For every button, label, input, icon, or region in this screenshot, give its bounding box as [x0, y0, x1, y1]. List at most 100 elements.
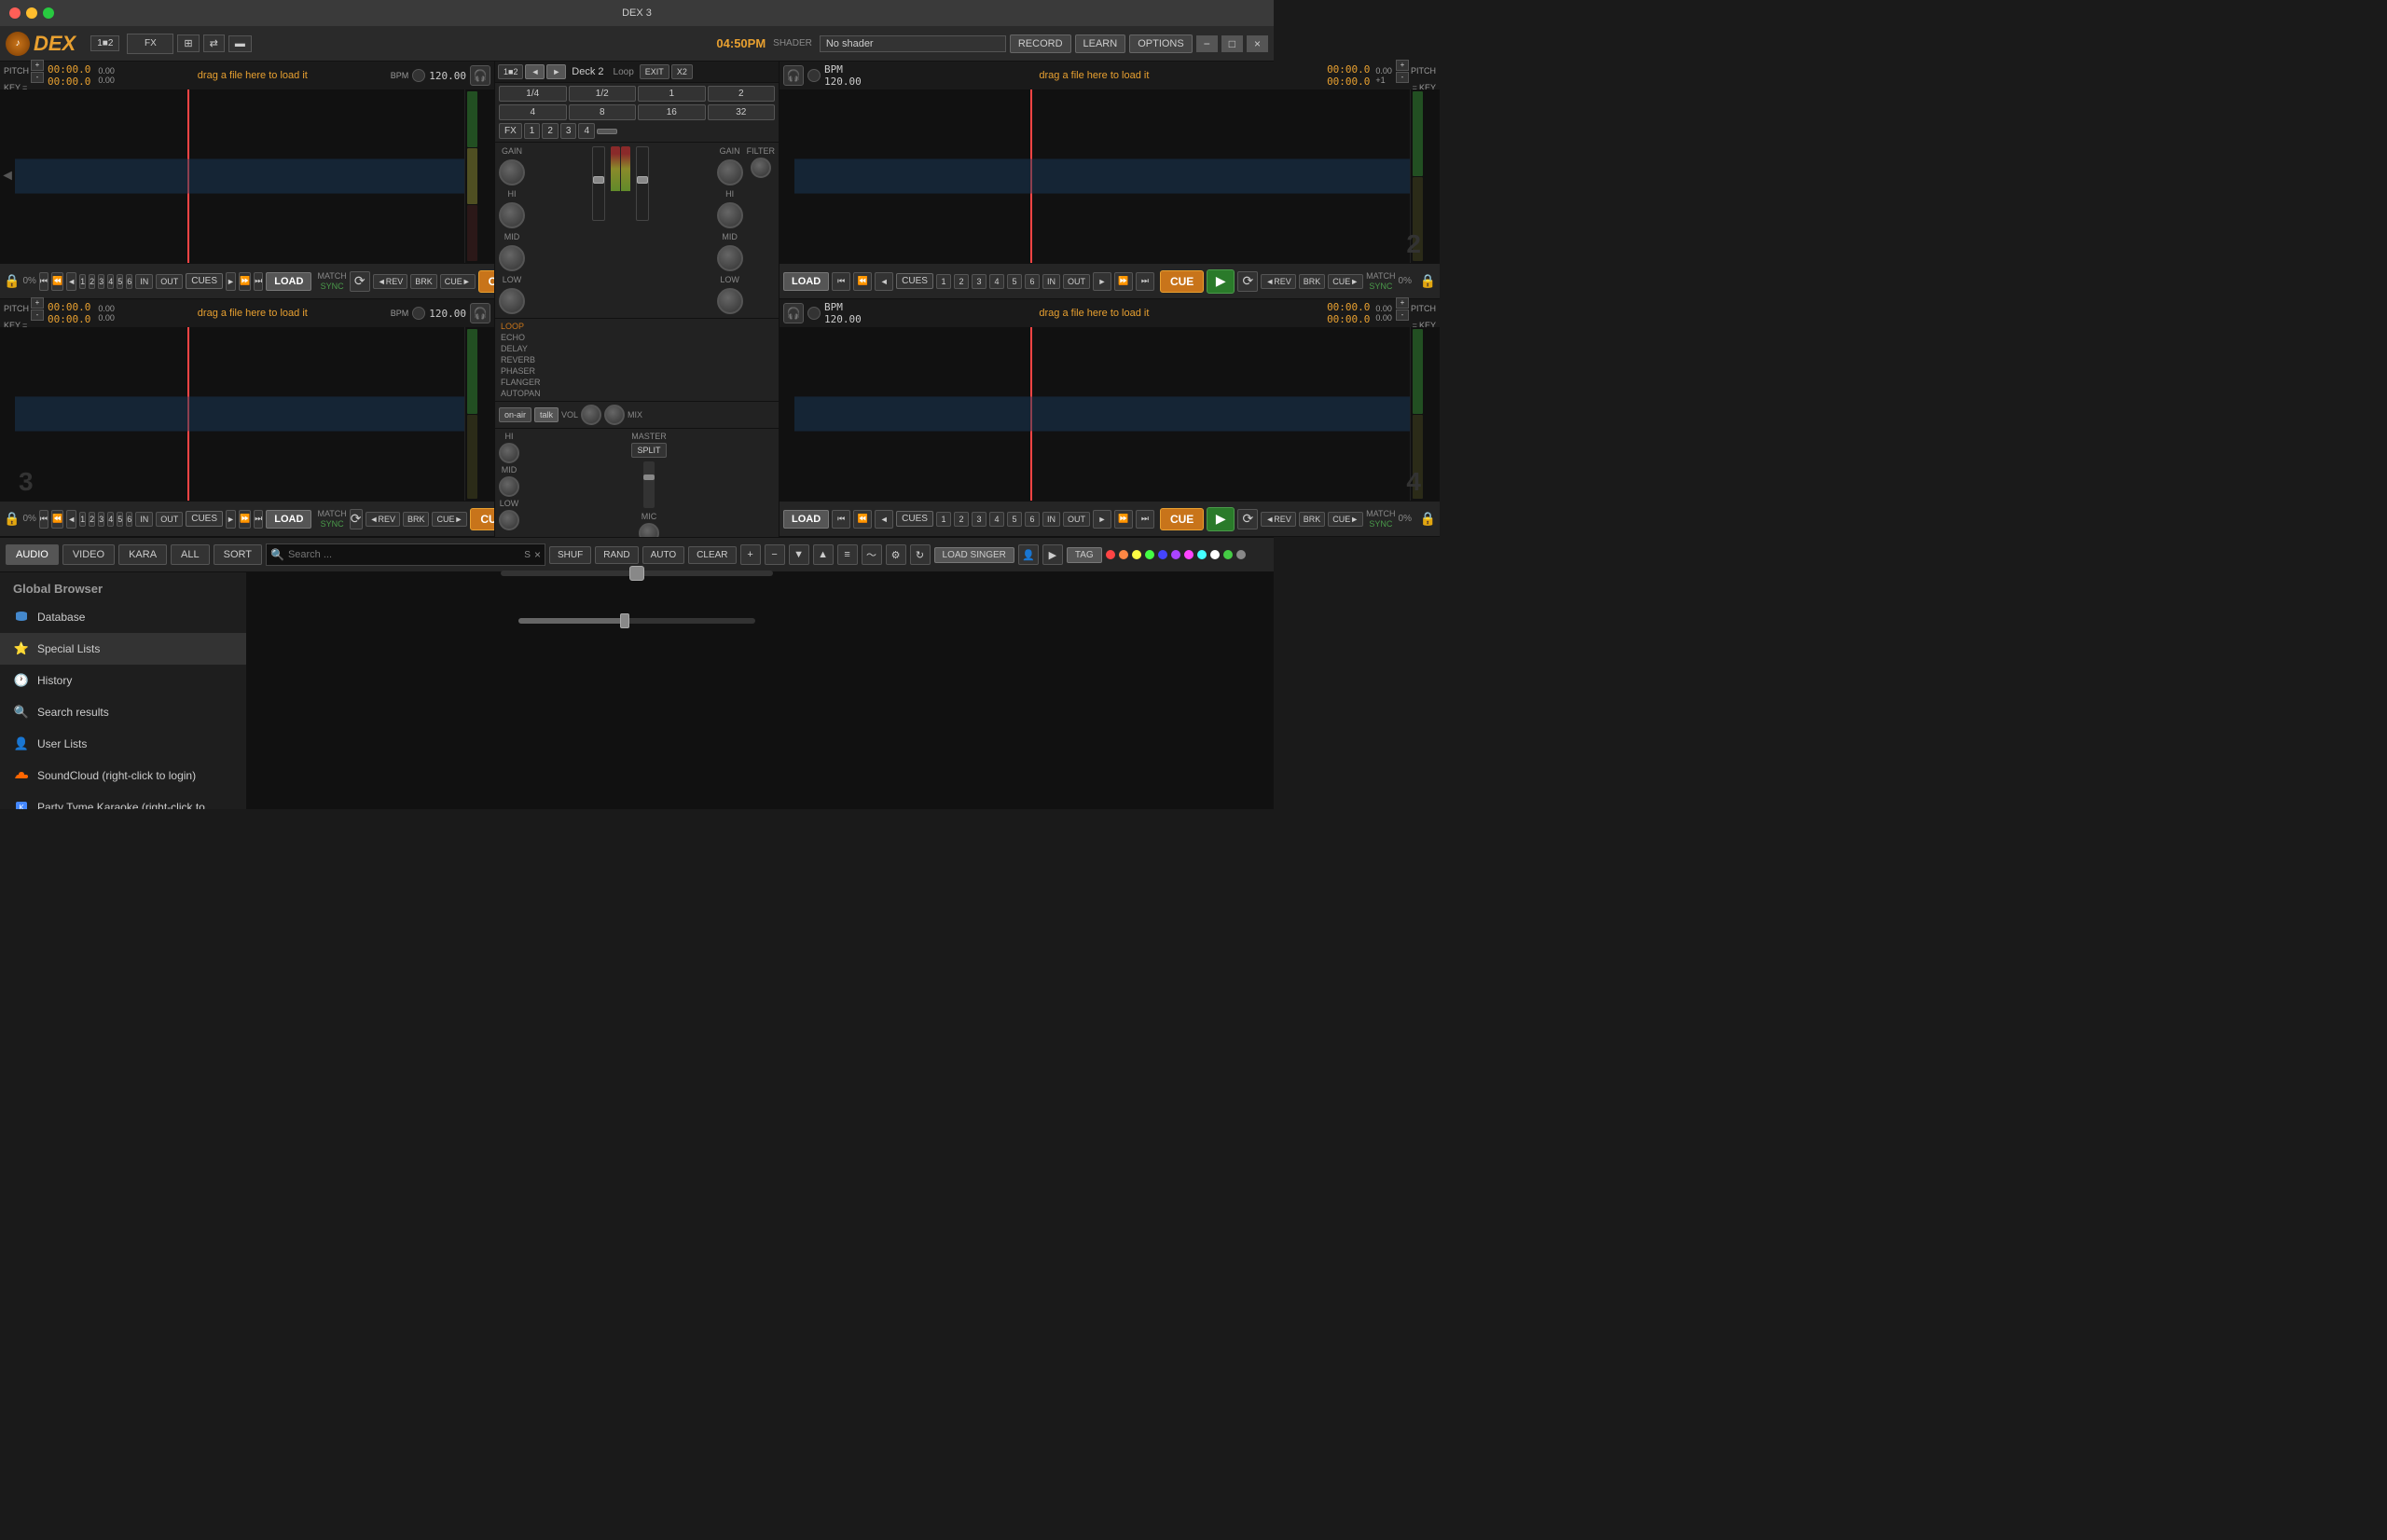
deck-2-rev[interactable]: ◄REV	[1261, 274, 1295, 289]
master-fader[interactable]	[643, 461, 655, 508]
refresh-icon[interactable]: ↻	[910, 544, 931, 565]
on-air-btn[interactable]: on-air	[499, 407, 531, 422]
fx-autopan[interactable]: AUTOPAN	[499, 388, 775, 399]
deck-1-headphone[interactable]: 🎧	[470, 65, 490, 86]
loop-1[interactable]: 1	[638, 86, 706, 102]
deck-3-rev[interactable]: ◄REV	[366, 512, 400, 527]
deck-2-cue-small[interactable]: CUE►	[1328, 274, 1363, 289]
deck-1-pitch-down[interactable]: -	[31, 72, 44, 83]
load-singer-btn[interactable]: LOAD SINGER	[934, 547, 1014, 563]
deck-2-return[interactable]: ⏮	[832, 272, 850, 291]
fx-button[interactable]: FX	[127, 34, 173, 54]
deck-3-cues[interactable]: CUES	[186, 511, 223, 527]
playback-bar[interactable]	[518, 618, 755, 624]
deck-1-num-3[interactable]: 3	[98, 274, 104, 289]
deck-4-rev[interactable]: ◄REV	[1261, 512, 1295, 527]
deck-2-num-3[interactable]: 3	[972, 274, 987, 289]
clear-btn[interactable]: CLEAR	[688, 546, 736, 564]
deck-2-out[interactable]: OUT	[1063, 274, 1090, 289]
color-dot-red[interactable]	[1106, 550, 1115, 559]
fx-3[interactable]: 3	[560, 123, 577, 139]
loop-16[interactable]: 16	[638, 104, 706, 120]
deck-2-num-1[interactable]: 1	[936, 274, 951, 289]
loop-1-4[interactable]: 1/4	[499, 86, 567, 102]
deck-4-ffwd[interactable]: ⏩	[1114, 510, 1133, 529]
gain-right-knob[interactable]	[717, 159, 743, 186]
deck-4-cues[interactable]: CUES	[896, 511, 933, 527]
exit-btn[interactable]: EXIT	[640, 64, 669, 79]
deck-4-prev[interactable]: ⏪	[853, 510, 872, 529]
deck-4-num-4[interactable]: 4	[989, 512, 1004, 527]
low-left-knob[interactable]	[499, 288, 525, 314]
grid-button[interactable]: ⊞	[177, 34, 199, 52]
maximize-button[interactable]	[43, 7, 54, 19]
fx-4[interactable]: 4	[578, 123, 595, 139]
auto-btn[interactable]: AUTO	[642, 546, 685, 564]
deck-3-cue-small[interactable]: CUE►	[432, 512, 467, 527]
deck-2-back[interactable]: ◄	[875, 272, 893, 291]
browser-item-database[interactable]: Database	[0, 601, 246, 633]
deck-selector-12[interactable]: 1■2	[90, 35, 119, 51]
deck-4-load[interactable]: LOAD	[783, 510, 829, 529]
scroll-up[interactable]: ▲	[813, 544, 834, 565]
monitor-button[interactable]: ▬	[228, 35, 252, 52]
tag-btn[interactable]: TAG	[1067, 547, 1102, 563]
left-channel-fader[interactable]	[592, 146, 605, 221]
crossfader-track[interactable]	[501, 571, 773, 576]
deck-3-headphone[interactable]: 🎧	[470, 303, 490, 323]
deck-3-brk[interactable]: BRK	[403, 512, 430, 527]
browser-item-user-lists[interactable]: 👤 User Lists	[0, 728, 246, 760]
color-dot-blue[interactable]	[1158, 550, 1167, 559]
close-button[interactable]	[9, 7, 21, 19]
split-btn[interactable]: SPLIT	[631, 443, 666, 458]
vol-down[interactable]: −	[765, 544, 785, 565]
deck-1-num-1[interactable]: 1	[79, 274, 86, 289]
tab-all[interactable]: ALL	[171, 544, 210, 565]
mixer-arrow-left[interactable]: ◄	[525, 64, 545, 79]
color-dot-green[interactable]	[1145, 550, 1154, 559]
window-maximize[interactable]: □	[1221, 35, 1243, 52]
deck-2-cues[interactable]: CUES	[896, 273, 933, 289]
browser-item-party-tyme[interactable]: K Party Tyme Karaoke (right-click to	[0, 791, 246, 809]
fx-loop[interactable]: LOOP	[499, 321, 775, 332]
vol-knob-l[interactable]	[581, 405, 601, 425]
deck-4-waveform[interactable]: 4	[780, 327, 1440, 501]
fx-reverb[interactable]: REVERB	[499, 354, 775, 365]
fx-delay[interactable]: DELAY	[499, 343, 775, 354]
loop-2[interactable]: 2	[708, 86, 776, 102]
deck-2-headphone[interactable]: 🎧	[783, 65, 804, 86]
mid-right-knob[interactable]	[717, 245, 743, 271]
deck-4-play[interactable]: ▶	[1207, 507, 1235, 531]
deck-1-fwd[interactable]: ►	[226, 272, 236, 291]
deck-1-cues[interactable]: CUES	[186, 273, 223, 289]
deck-1-return[interactable]: ⏮	[39, 272, 48, 291]
deck-4-back[interactable]: ◄	[875, 510, 893, 529]
browser-item-history[interactable]: 🕐 History	[0, 665, 246, 696]
deck-1-waveform[interactable]: ◄	[0, 89, 494, 263]
right-channel-fader[interactable]	[636, 146, 649, 221]
scroll-down[interactable]: ▼	[789, 544, 809, 565]
deck-2-prev[interactable]: ⏪	[853, 272, 872, 291]
deck-2-brk[interactable]: BRK	[1299, 274, 1326, 289]
play-all[interactable]: ▶	[1042, 544, 1063, 565]
deck-1-pitch-up[interactable]: +	[31, 60, 44, 71]
rand-btn[interactable]: RAND	[595, 546, 638, 564]
tab-video[interactable]: VIDEO	[62, 544, 115, 565]
deck-3-sync-icon[interactable]: ⟳	[350, 509, 363, 529]
deck-4-lock[interactable]: 🔒	[1420, 511, 1436, 527]
deck-4-cue[interactable]: CUE	[1160, 508, 1204, 530]
shuf-btn[interactable]: SHUF	[549, 546, 591, 564]
deck-3-fwd[interactable]: ►	[226, 510, 236, 529]
search-clear[interactable]: ×	[534, 548, 541, 561]
arrow-button[interactable]: ⇄	[203, 34, 225, 52]
color-dot-yellow[interactable]	[1132, 550, 1141, 559]
browser-item-soundcloud[interactable]: SoundCloud (right-click to login)	[0, 760, 246, 791]
vol-up[interactable]: +	[740, 544, 761, 565]
search-input[interactable]	[288, 549, 520, 560]
deck-1-num-4[interactable]: 4	[107, 274, 114, 289]
person-icon[interactable]: 👤	[1018, 544, 1039, 565]
fx-1[interactable]: 1	[524, 123, 541, 139]
wave-icon[interactable]: 〜	[862, 544, 882, 565]
color-dot-orange[interactable]	[1119, 550, 1128, 559]
hi-left-knob[interactable]	[499, 202, 525, 228]
